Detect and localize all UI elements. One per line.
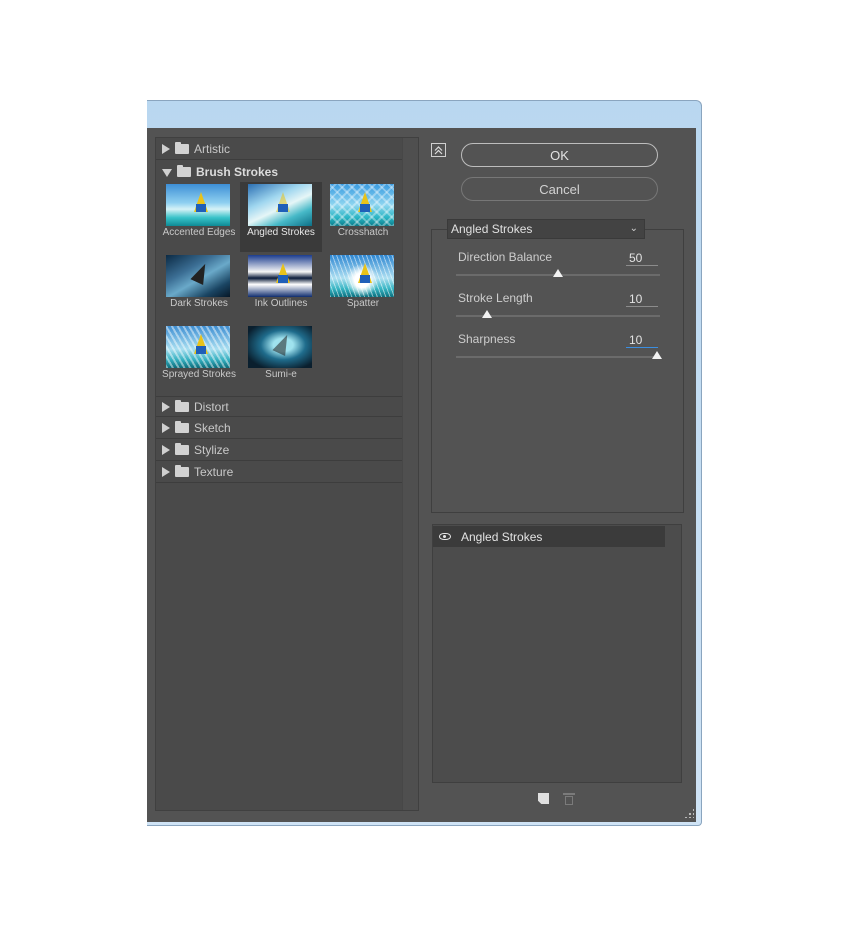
folder-icon	[175, 443, 189, 455]
category-label: Brush Strokes	[196, 164, 279, 179]
trash-icon[interactable]	[563, 792, 575, 805]
thumbnail-image	[166, 184, 230, 226]
direction-balance-slider-thumb[interactable]	[553, 269, 563, 277]
thumb-caption: Ink Outlines	[254, 298, 308, 309]
chevron-down-icon: ⌄	[629, 223, 638, 234]
param-label-stroke-length: Stroke Length	[458, 291, 533, 305]
thumbnail-image	[248, 184, 312, 226]
expand-arrow-icon	[162, 401, 170, 412]
folder-icon	[175, 142, 189, 154]
thumb-caption: Sprayed Strokes	[162, 369, 236, 380]
folder-icon	[175, 421, 189, 433]
category-label: Distort	[194, 399, 229, 414]
sharpness-slider-thumb[interactable]	[652, 351, 662, 359]
category-label: Artistic	[194, 142, 230, 156]
effect-layer-row[interactable]: Angled Strokes	[433, 526, 665, 547]
thumb-caption: Sumi-e	[265, 369, 297, 380]
category-label: Stylize	[194, 443, 230, 457]
thumbnail-image	[330, 184, 394, 226]
filter-list: Artistic Brush Strokes Accented Edges An…	[156, 138, 404, 810]
thumbnail-image	[166, 326, 230, 368]
expand-arrow-icon	[162, 423, 170, 433]
thumb-caption: Crosshatch	[337, 227, 389, 238]
thumb-caption: Angled Strokes	[247, 227, 315, 238]
thumb-sumi-e[interactable]: Sumi-e	[240, 324, 322, 394]
effect-layer-name: Angled Strokes	[461, 529, 543, 544]
param-label-direction-balance: Direction Balance	[458, 250, 553, 264]
thumb-dark-strokes[interactable]: Dark Strokes	[158, 253, 240, 323]
folder-icon	[175, 399, 189, 412]
expand-arrow-icon	[162, 445, 170, 455]
new-effect-layer-icon[interactable]	[538, 793, 549, 804]
filter-gallery-panel: Artistic Brush Strokes Accented Edges An…	[155, 137, 419, 811]
thumbnail-image	[248, 255, 312, 297]
expand-arrow-icon	[162, 144, 170, 154]
thumb-caption: Accented Edges	[162, 227, 236, 238]
folder-icon	[175, 465, 189, 477]
collapse-up-icon[interactable]	[431, 143, 446, 157]
category-brush-strokes[interactable]: Brush Strokes	[156, 161, 403, 182]
filter-select-value: Angled Strokes	[451, 222, 533, 236]
category-label: Texture	[194, 465, 234, 479]
filter-select-dropdown[interactable]: Angled Strokes ⌄	[447, 219, 645, 239]
thumbnail-image	[166, 255, 230, 297]
thumbnail-image	[330, 255, 394, 297]
thumb-accented-edges[interactable]: Accented Edges	[158, 182, 240, 252]
cancel-button[interactable]: Cancel	[461, 177, 658, 201]
sharpness-input[interactable]	[626, 332, 658, 348]
sharpness-slider[interactable]	[456, 356, 660, 358]
param-label-sharpness: Sharpness	[458, 332, 516, 346]
gallery-scrollbar[interactable]	[402, 138, 418, 810]
category-texture[interactable]: Texture	[156, 462, 403, 483]
direction-balance-input[interactable]	[626, 250, 658, 266]
category-stylize[interactable]: Stylize	[156, 440, 403, 461]
stroke-length-slider-thumb[interactable]	[481, 310, 492, 318]
eye-icon[interactable]	[439, 533, 451, 540]
category-label: Sketch	[194, 421, 231, 435]
collapse-arrow-icon	[162, 168, 172, 177]
ok-button[interactable]: OK	[461, 143, 658, 167]
thumb-spatter[interactable]: Spatter	[322, 253, 404, 323]
category-artistic[interactable]: Artistic	[156, 139, 403, 160]
expand-arrow-icon	[162, 467, 170, 477]
thumb-ink-outlines[interactable]: Ink Outlines	[240, 253, 322, 323]
stroke-length-input[interactable]	[626, 291, 658, 307]
thumb-crosshatch[interactable]: Crosshatch	[322, 182, 404, 252]
thumb-caption: Dark Strokes	[170, 298, 228, 309]
folder-open-icon	[177, 164, 191, 177]
effect-layers-panel	[432, 524, 682, 783]
thumb-sprayed-strokes[interactable]: Sprayed Strokes	[158, 324, 240, 394]
thumb-angled-strokes[interactable]: Angled Strokes	[240, 182, 322, 252]
thumb-caption: Spatter	[346, 298, 380, 309]
category-sketch[interactable]: Sketch	[156, 418, 403, 439]
thumbnail-image	[248, 326, 312, 368]
category-distort[interactable]: Distort	[156, 396, 403, 417]
